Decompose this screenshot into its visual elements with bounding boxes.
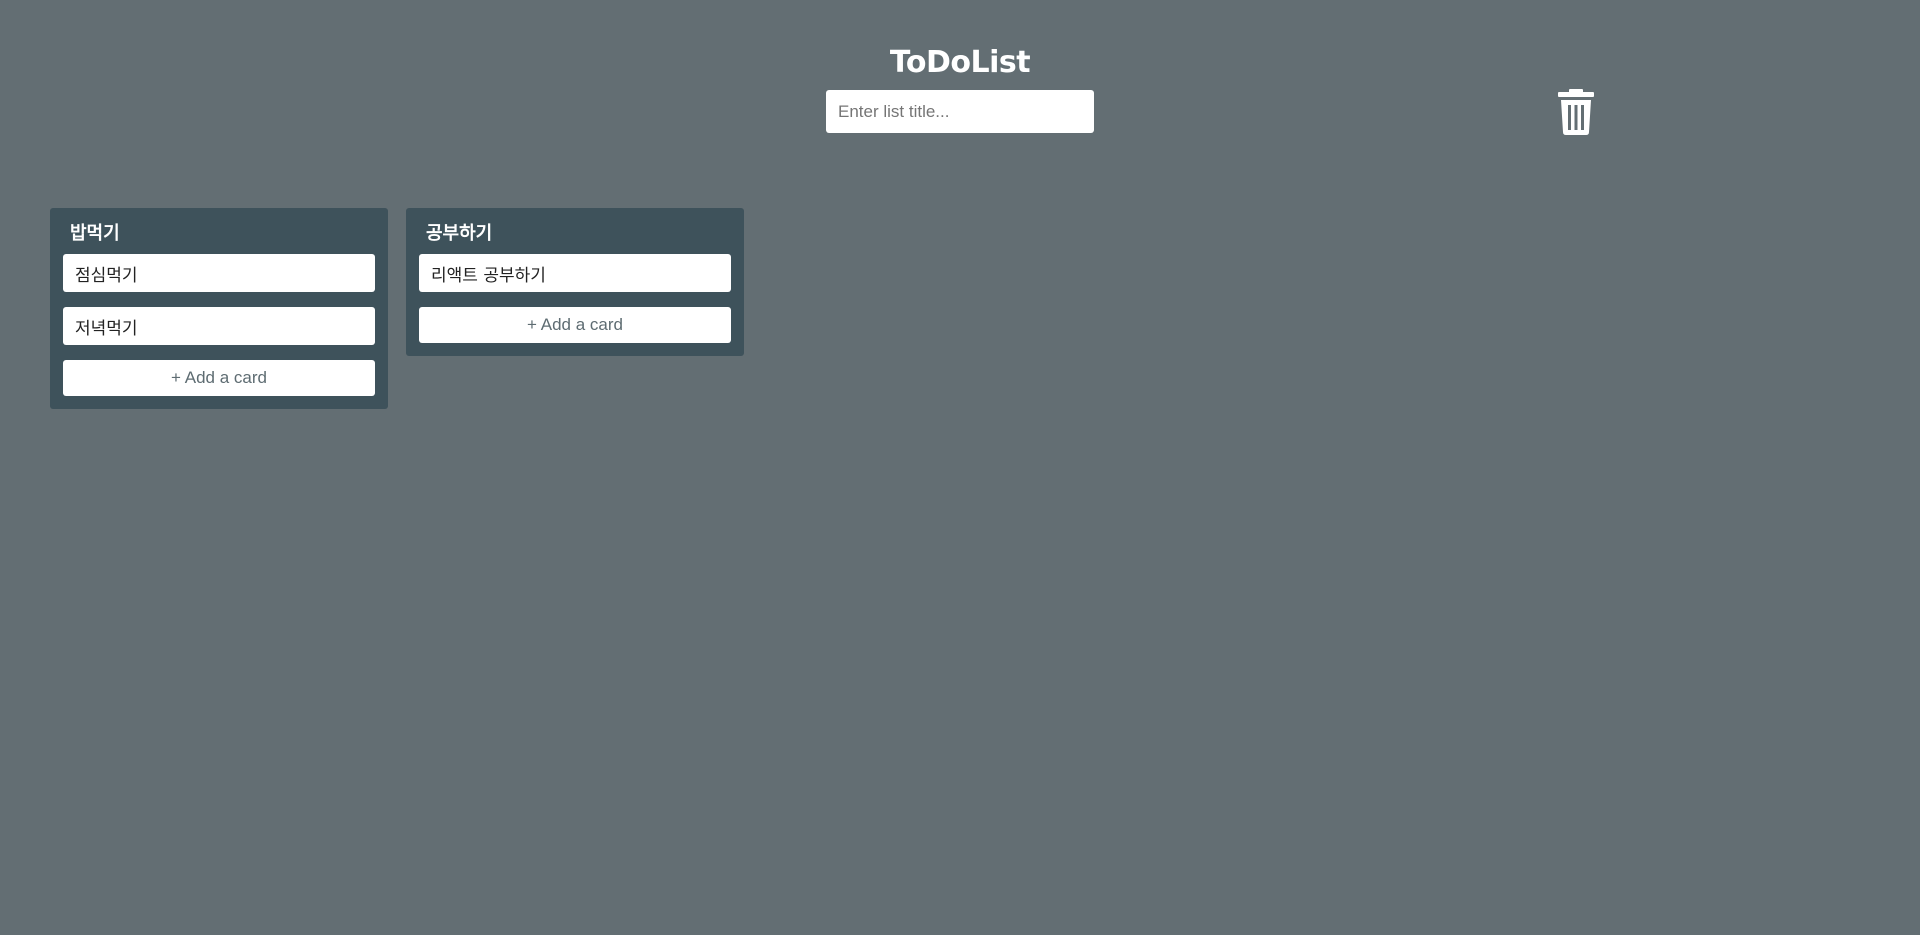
app-title: ToDoList — [889, 45, 1031, 80]
trash-drop-zone[interactable] — [1556, 86, 1596, 136]
card[interactable]: 리액트 공부하기 — [419, 254, 731, 292]
list-title: 밥먹기 — [70, 223, 120, 244]
add-card-button[interactable]: + Add a card — [63, 360, 375, 396]
list-title-input[interactable] — [826, 90, 1094, 133]
card[interactable]: 저녁먹기 — [63, 307, 375, 345]
list-column[interactable]: 밥먹기 점심먹기 저녁먹기 + Add a card — [50, 208, 388, 409]
list-title: 공부하기 — [426, 223, 493, 244]
trash-icon — [1558, 89, 1594, 135]
list-column[interactable]: 공부하기 리액트 공부하기 + Add a card — [406, 208, 744, 356]
add-card-button[interactable]: + Add a card — [419, 307, 731, 343]
card[interactable]: 점심먹기 — [63, 254, 375, 292]
